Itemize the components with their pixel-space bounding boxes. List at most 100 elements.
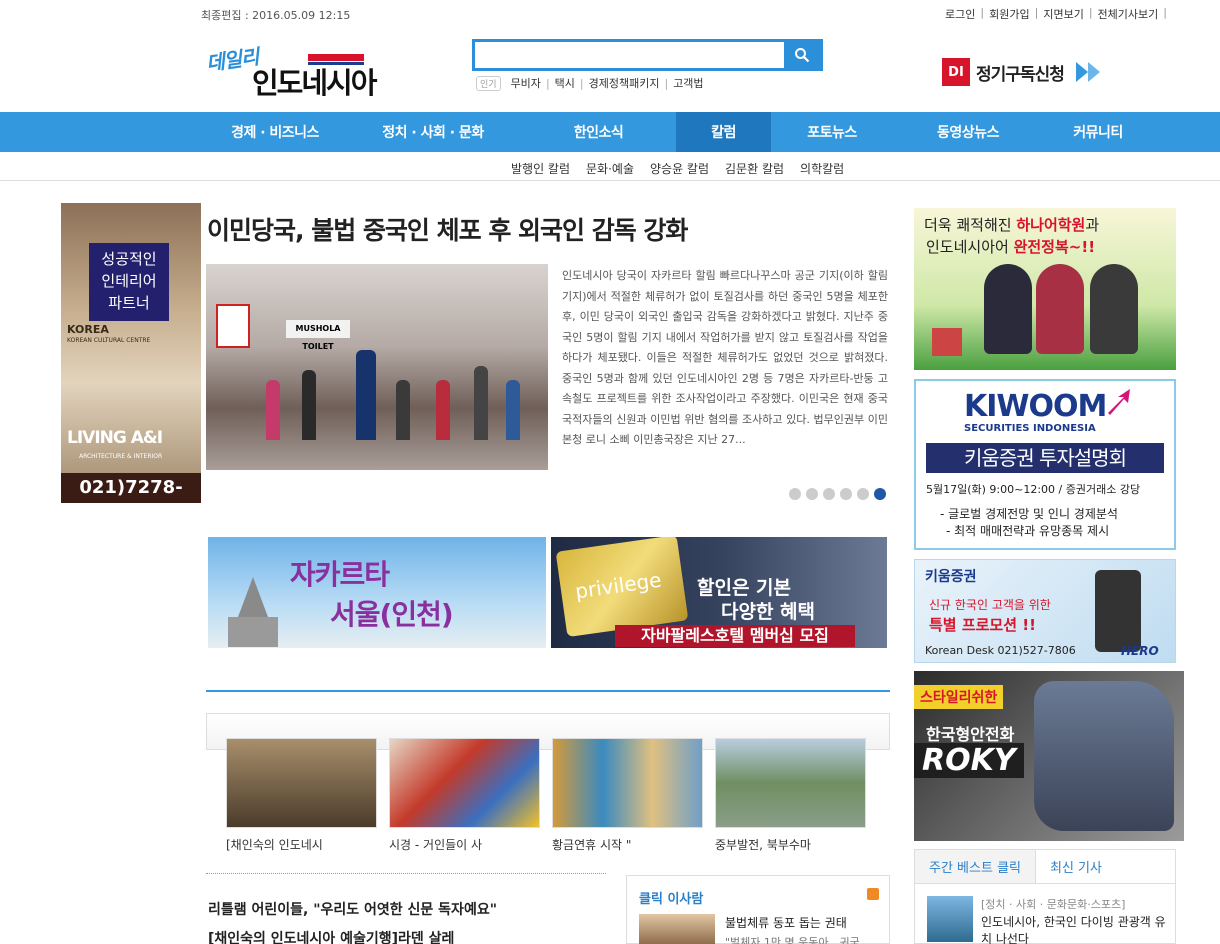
nav-item-photo-news[interactable]: 포토뉴스 xyxy=(771,112,893,152)
slider-dot[interactable] xyxy=(840,488,852,500)
slider-dot[interactable] xyxy=(789,488,801,500)
gallery-caption: 황금연휴 시작 " xyxy=(552,838,632,852)
tab-latest[interactable]: 최신 기사 xyxy=(1036,850,1116,883)
subscribe-link[interactable]: DI 정기구독신청 xyxy=(942,58,1102,86)
privilege-banner[interactable]: privilege 할인은 기본 다양한 혜택 자바팔레스호텔 멤버십 모집 xyxy=(551,537,887,648)
slider-dot-active[interactable] xyxy=(874,488,886,500)
tab-weekly-best[interactable]: 주간 베스트 클릭 xyxy=(915,850,1036,883)
subnav-item[interactable]: 김문환 칼럼 xyxy=(725,160,784,177)
click-person-title: 클릭 이사람 xyxy=(639,892,704,907)
gallery-item[interactable]: 시경 - 거인들이 사 xyxy=(389,738,540,853)
privilege-card: privilege xyxy=(555,537,689,638)
gallery-item[interactable]: 중부발전, 북부수마 xyxy=(715,738,866,853)
subnav-item[interactable]: 발행인 칼럼 xyxy=(511,160,570,177)
nav-item-economy[interactable]: 경제 · 비즈니스 xyxy=(205,112,345,152)
tab-item-category: [정치 · 사회 · 문화문화·스포츠] xyxy=(981,898,1126,911)
hot-keyword[interactable]: 고객법 xyxy=(673,75,703,91)
hot-keyword[interactable]: 무비자 xyxy=(511,75,541,91)
banner2-line2: 다양한 혜택 xyxy=(721,601,816,623)
main-article-summary: 인도네시아 당국이 자카르타 할림 빠르다나꾸스마 공군 기지(이하 할림 기지… xyxy=(562,269,888,446)
promo-line1: 신규 한국인 고객을 위한 xyxy=(929,598,1051,612)
jakarta-seoul-banner[interactable]: 자카르타 서울(인천) xyxy=(208,537,546,648)
double-arrow-icon xyxy=(1075,62,1100,82)
shoe-illustration xyxy=(1034,681,1174,831)
slider-dot[interactable] xyxy=(806,488,818,500)
rss-icon[interactable] xyxy=(867,888,879,900)
search-input[interactable] xyxy=(475,42,785,68)
roky-brand: ROKY xyxy=(914,743,1024,778)
banner2-line1: 할인은 기본 xyxy=(697,577,792,599)
left-side-ad[interactable]: 성공적인 인테리어 파트너 KOREA KOREAN CULTURAL CENT… xyxy=(61,203,201,503)
gallery-item[interactable]: [채인숙의 인도네시 xyxy=(226,738,377,853)
click-person-headline[interactable]: 불법체류 동포 돕는 권태 xyxy=(725,914,847,931)
left-ad-brand-sub: ARCHITECTURE & INTERIOR xyxy=(79,453,163,460)
tab-item-headline[interactable]: 인도네시아, 한국인 다이빙 관광객 유치 나선다 xyxy=(981,914,1171,944)
slider-dot[interactable] xyxy=(857,488,869,500)
kiwoom-bullet: - 최적 매매전략과 유망종목 제시 xyxy=(946,524,1110,538)
paper-view-link[interactable]: 지면보기 xyxy=(1043,6,1083,22)
subnav-item[interactable]: 양승윤 칼럼 xyxy=(650,160,709,177)
gallery-thumbnail xyxy=(389,738,540,828)
nav-item-korean-news[interactable]: 한인소식 xyxy=(521,112,676,152)
subnav-item[interactable]: 의학칼럼 xyxy=(800,160,844,177)
section-divider xyxy=(206,690,890,692)
left-ad-korea-sub: KOREAN CULTURAL CENTRE xyxy=(67,337,151,344)
photo-gallery: [채인숙의 인도네시 시경 - 거인들이 사 황금연휴 시작 " 중부발전, 북… xyxy=(226,738,878,853)
logo-main-text: 인도네시아 xyxy=(252,66,377,100)
gallery-thumbnail xyxy=(715,738,866,828)
left-ad-korea: KOREA xyxy=(67,323,109,336)
best-click-tabs: 주간 베스트 클릭 최신 기사 [정치 · 사회 · 문화문화·스포츠] 인도네… xyxy=(914,849,1176,944)
nav-item-politics[interactable]: 정치 · 사회 · 문화 xyxy=(345,112,521,152)
gallery-caption: 시경 - 거인들이 사 xyxy=(389,838,483,852)
kiwoom-bullet: - 글로벌 경제전망 및 인니 경제분석 xyxy=(940,507,1118,521)
news-list-item[interactable]: [채인숙의 인도네시아 예술기행]라덴 살레 xyxy=(208,925,497,944)
last-updated-text: 최종편집 : 2016.05.09 12:15 xyxy=(201,9,351,22)
slider-dots xyxy=(789,488,891,500)
login-link[interactable]: 로그인 xyxy=(945,6,975,22)
phone-illustration xyxy=(1095,570,1141,652)
gallery-item[interactable]: 황금연휴 시작 " xyxy=(552,738,703,853)
di-badge: DI xyxy=(942,58,970,86)
hot-keyword[interactable]: 경제정책패키지 xyxy=(589,75,660,91)
nav-item-community[interactable]: 커뮤니티 xyxy=(1043,112,1153,152)
nav-item-video-news[interactable]: 동영상뉴스 xyxy=(893,112,1043,152)
click-person-photo[interactable] xyxy=(639,914,715,944)
photo-sign: MUSHOLA TOILET xyxy=(286,320,350,351)
signup-link[interactable]: 회원가입 xyxy=(989,6,1029,22)
site-logo[interactable]: 데일리 인도네시아 xyxy=(204,40,389,100)
search-box xyxy=(472,39,823,71)
main-headline[interactable]: 이민당국, 불법 중국인 체포 후 외국인 감독 강화 xyxy=(207,211,688,247)
main-article-photo[interactable]: MUSHOLA TOILET xyxy=(206,264,548,470)
sub-nav: 발행인 칼럼 문화·예술 양승윤 칼럼 김문환 칼럼 의학칼럼 xyxy=(0,152,1220,181)
gallery-caption: [채인숙의 인도네시 xyxy=(226,838,323,852)
subnav-item[interactable]: 문화·예술 xyxy=(586,160,634,177)
kiwoom-seminar-ad[interactable]: KIWOOM SECURITIES INDONESIA 키움증권 투자설명회 5… xyxy=(914,379,1176,550)
nav-item-column[interactable]: 칼럼 xyxy=(676,112,771,152)
left-ad-brand: LIVING A&I xyxy=(67,428,163,448)
gallery-caption: 중부발전, 북부수마 xyxy=(715,838,811,852)
banner2-line3: 자바팔레스호텔 멤버십 모집 xyxy=(615,625,855,647)
hot-keywords: 인기 무비자 | 택시 | 경제정책패키지 | 고객법 xyxy=(476,75,704,91)
hot-keyword[interactable]: 택시 xyxy=(555,75,575,91)
kiwoom-sub: SECURITIES INDONESIA xyxy=(964,423,1096,434)
kiwoom-seminar-title: 키움증권 투자설명회 xyxy=(926,443,1164,473)
books-illustration xyxy=(932,328,962,356)
kiwoom-promo-ad[interactable]: 키움증권 신규 한국인 고객을 위한 특별 프로모션 !! Korean Des… xyxy=(914,559,1176,663)
news-list-item[interactable]: 리틀램 어린이들, "우리도 어엿한 신문 독자예요" xyxy=(208,896,497,925)
click-person-snippet: "벌체자 1만 명 운동아…귀국 xyxy=(725,936,860,944)
promo-line2: 특별 프로모션 !! xyxy=(929,616,1036,634)
arrow-icon xyxy=(1108,389,1130,415)
search-button[interactable] xyxy=(784,42,820,68)
news-list: 리틀램 어린이들, "우리도 어엿한 신문 독자예요" [채인숙의 인도네시아 … xyxy=(208,896,497,944)
promo-brand: 키움증권 xyxy=(925,569,977,585)
tab-item-thumbnail[interactable] xyxy=(927,896,973,942)
roky-shoe-ad[interactable]: 스타일리쉬한 한국형안전화 ROKY xyxy=(914,671,1184,841)
top-links: 로그인 | 회원가입 | 지면보기 | 전체기사보기 | xyxy=(945,6,1167,22)
all-articles-link[interactable]: 전체기사보기 xyxy=(1098,6,1159,22)
main-nav: 경제 · 비즈니스 정치 · 사회 · 문화 한인소식 칼럼 포토뉴스 동영상뉴… xyxy=(0,112,1220,152)
click-person-box: 클릭 이사람 불법체류 동포 돕는 권태 "벌체자 1만 명 운동아…귀국 xyxy=(626,875,890,944)
banner1-line1: 자카르타 xyxy=(290,558,390,591)
promo-desk: Korean Desk 021)527-7806 xyxy=(925,644,1076,657)
slider-dot[interactable] xyxy=(823,488,835,500)
hana-academy-ad[interactable]: 더욱 쾌적해진 하나어학원과 인도네시아어 완전정복~!! xyxy=(914,208,1176,370)
